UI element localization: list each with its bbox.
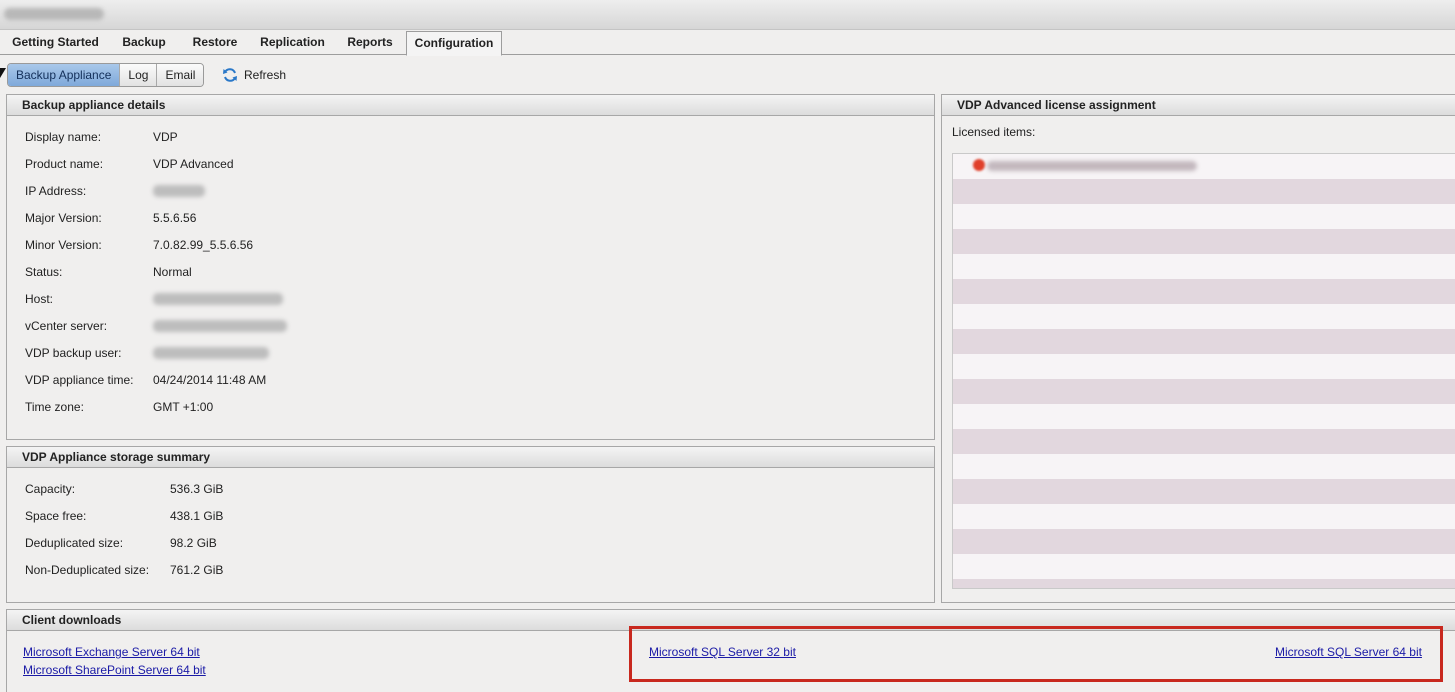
subtab-log[interactable]: Log	[120, 64, 158, 86]
appliance-details-title: Backup appliance details	[7, 95, 934, 116]
detail-label-appliance-time: VDP appliance time:	[25, 373, 134, 387]
detail-value-appliance-time: 04/24/2014 11:48 AM	[153, 373, 267, 387]
license-status-icon	[973, 159, 985, 171]
detail-label-display-name: Display name:	[25, 130, 102, 144]
main-tabbar: Getting Started Backup Restore Replicati…	[0, 30, 1455, 56]
download-exchange-64-link[interactable]: Microsoft Exchange Server 64 bit	[23, 645, 200, 659]
storage-summary-panel: VDP Appliance storage summary Capacity: …	[6, 446, 935, 603]
storage-value-capacity: 536.3 GiB	[170, 482, 224, 496]
detail-value-vcenter-server-redacted	[153, 320, 287, 332]
storage-label-non-deduplicated-size: Non-Deduplicated size:	[25, 563, 150, 577]
refresh-icon	[223, 68, 237, 82]
window-title-redacted	[4, 8, 104, 20]
detail-value-display-name: VDP	[153, 130, 178, 144]
licensed-items-list[interactable]	[952, 153, 1455, 589]
detail-label-vcenter-server: vCenter server:	[25, 319, 108, 333]
detail-label-minor-version: Minor Version:	[25, 238, 102, 252]
license-item-redacted	[987, 161, 1197, 171]
storage-summary-title: VDP Appliance storage summary	[7, 447, 934, 468]
tab-getting-started[interactable]: Getting Started	[5, 31, 106, 55]
subtab-group: Backup Appliance Log Email	[7, 63, 205, 87]
tab-backup[interactable]: Backup	[113, 31, 175, 55]
appliance-details-panel: Backup appliance details Display name: V…	[6, 94, 935, 440]
tab-reports[interactable]: Reports	[339, 31, 401, 55]
download-sharepoint-64-link[interactable]: Microsoft SharePoint Server 64 bit	[23, 663, 206, 677]
detail-label-major-version: Major Version:	[25, 211, 102, 225]
storage-label-space-free: Space free:	[25, 509, 87, 523]
storage-value-deduplicated-size: 98.2 GiB	[170, 536, 217, 550]
subtab-backup-appliance[interactable]: Backup Appliance	[8, 64, 121, 86]
tab-configuration[interactable]: Configuration	[406, 31, 502, 56]
detail-value-major-version: 5.5.6.56	[153, 211, 197, 225]
license-assignment-title: VDP Advanced license assignment	[942, 95, 1455, 116]
storage-value-non-deduplicated-size: 761.2 GiB	[170, 563, 224, 577]
detail-label-vdp-backup-user: VDP backup user:	[25, 346, 122, 360]
subtab-email[interactable]: Email	[157, 64, 204, 86]
refresh-button[interactable]: Refresh	[222, 65, 286, 85]
detail-value-product-name: VDP Advanced	[153, 157, 234, 171]
mouse-cursor-icon	[0, 68, 6, 78]
highlight-box	[629, 626, 1443, 682]
detail-label-time-zone: Time zone:	[25, 400, 84, 414]
detail-value-vdp-backup-user-redacted	[153, 347, 269, 359]
tab-restore[interactable]: Restore	[183, 31, 247, 55]
detail-label-status: Status:	[25, 265, 63, 279]
list-item[interactable]	[957, 158, 1202, 174]
detail-value-time-zone: GMT +1:00	[153, 400, 214, 414]
detail-label-product-name: Product name:	[25, 157, 104, 171]
storage-label-deduplicated-size: Deduplicated size:	[25, 536, 124, 550]
storage-value-space-free: 438.1 GiB	[170, 509, 224, 523]
storage-label-capacity: Capacity:	[25, 482, 76, 496]
detail-label-ip-address: IP Address:	[25, 184, 87, 198]
window-titlebar	[0, 0, 1455, 30]
detail-label-host: Host:	[25, 292, 54, 306]
detail-value-minor-version: 7.0.82.99_5.5.6.56	[153, 238, 254, 252]
tab-replication[interactable]: Replication	[252, 31, 333, 55]
license-assignment-panel: VDP Advanced license assignment Licensed…	[941, 94, 1455, 603]
refresh-label: Refresh	[244, 68, 287, 82]
detail-value-status: Normal	[153, 265, 192, 279]
sub-toolbar: Backup Appliance Log Email Refresh	[0, 56, 1455, 94]
detail-value-host-redacted	[153, 293, 283, 305]
detail-value-ip-address-redacted	[153, 185, 205, 197]
licensed-items-label: Licensed items:	[952, 125, 1036, 139]
